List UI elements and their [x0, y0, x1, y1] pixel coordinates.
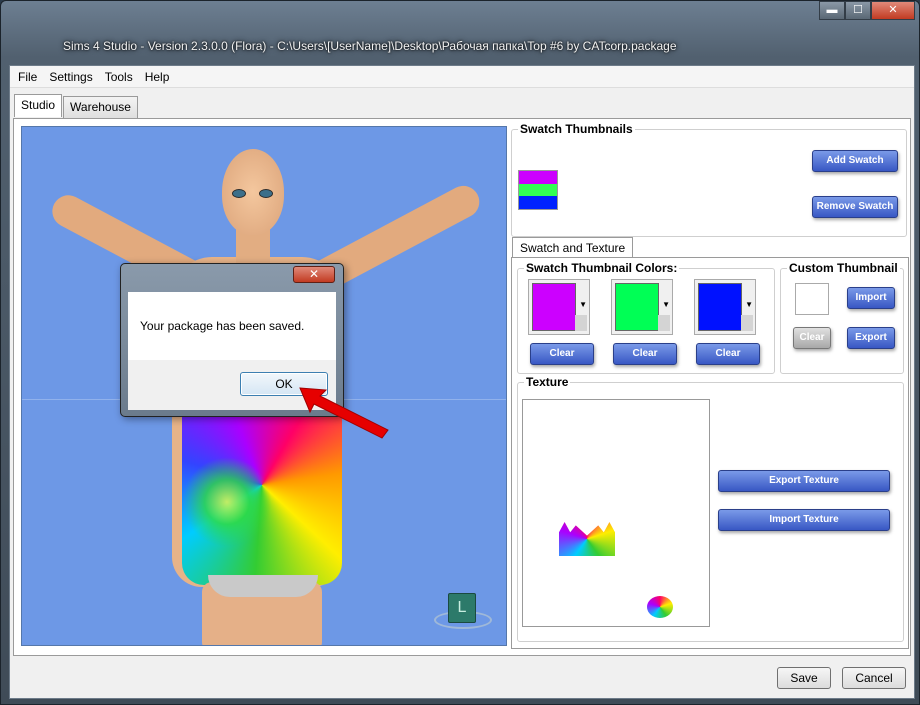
- swatch-texture-panel: Swatch Thumbnail Colors: ▼ ▼ ▼ Clear Cle…: [511, 257, 909, 649]
- outfit-pattern: [182, 457, 272, 547]
- menu-help[interactable]: Help: [139, 66, 176, 88]
- chevron-down-icon: ▼: [745, 300, 753, 309]
- export-texture-button[interactable]: Export Texture: [718, 470, 890, 492]
- custom-thumbnail-preview: [795, 283, 829, 315]
- import-texture-button[interactable]: Import Texture: [718, 509, 890, 531]
- color-swatch-3: [698, 283, 742, 331]
- swatch-colors-group: Swatch Thumbnail Colors: ▼ ▼ ▼ Clear Cle…: [517, 261, 775, 374]
- menu-bar: File Settings Tools Help: [10, 66, 914, 88]
- color-scroll-2: [658, 315, 670, 331]
- cancel-button[interactable]: Cancel: [842, 667, 906, 689]
- menu-file[interactable]: File: [12, 66, 43, 88]
- chevron-down-icon: ▼: [662, 300, 670, 309]
- clear-color-1-button[interactable]: Clear: [530, 343, 594, 365]
- close-window-button[interactable]: ✕: [871, 1, 915, 20]
- window-title: Sims 4 Studio - Version 2.3.0.0 (Flora) …: [63, 39, 677, 53]
- dialog-message: Your package has been saved.: [140, 319, 305, 333]
- export-thumbnail-button[interactable]: Export: [847, 327, 895, 349]
- dialog-close-button[interactable]: ✕: [293, 266, 335, 283]
- color-picker-3[interactable]: ▼: [694, 279, 756, 335]
- swatch-texture-container: Swatch and Texture Swatch Thumbnail Colo…: [511, 119, 909, 649]
- title-bar[interactable]: Sims 4 Studio - Version 2.3.0.0 (Flora) …: [1, 1, 919, 65]
- maximize-button[interactable]: ☐: [845, 1, 871, 20]
- color-swatch-1: [532, 283, 576, 331]
- color-scroll-1: [575, 315, 587, 331]
- color-picker-2[interactable]: ▼: [611, 279, 673, 335]
- lod-icon[interactable]: L: [448, 593, 476, 623]
- import-thumbnail-button[interactable]: Import: [847, 287, 895, 309]
- texture-title: Texture: [524, 375, 571, 389]
- color-picker-1[interactable]: ▼: [528, 279, 590, 335]
- swatch-colors-title: Swatch Thumbnail Colors:: [524, 261, 680, 275]
- model-left-eye: [232, 189, 246, 198]
- clear-color-3-button[interactable]: Clear: [696, 343, 760, 365]
- main-tabs: Studio Warehouse: [14, 94, 139, 119]
- clear-color-2-button[interactable]: Clear: [613, 343, 677, 365]
- custom-thumbnail-title: Custom Thumbnail: [787, 261, 900, 275]
- window-controls: ▬ ☐ ✕: [819, 1, 915, 20]
- clear-thumbnail-button[interactable]: Clear: [793, 327, 831, 349]
- dialog-body: Your package has been saved.: [128, 292, 336, 360]
- menu-tools[interactable]: Tools: [99, 66, 139, 88]
- tab-swatch-and-texture[interactable]: Swatch and Texture: [512, 237, 634, 258]
- model-right-eye: [259, 189, 273, 198]
- texture-small-piece: [647, 596, 673, 618]
- texture-top-piece: [559, 522, 615, 556]
- model-head: [222, 149, 284, 235]
- texture-preview: [522, 399, 710, 627]
- minimize-button[interactable]: ▬: [819, 1, 845, 20]
- model-underwear: [208, 575, 318, 597]
- save-button[interactable]: Save: [777, 667, 831, 689]
- red-arrow-icon: [299, 387, 389, 439]
- texture-group: Texture Export Texture Import Texture: [517, 375, 904, 642]
- tab-studio[interactable]: Studio: [14, 94, 63, 117]
- tab-warehouse[interactable]: Warehouse: [63, 96, 138, 119]
- menu-settings[interactable]: Settings: [43, 66, 98, 88]
- custom-thumbnail-group: Custom Thumbnail Import Clear Export: [780, 261, 904, 374]
- color-swatch-2: [615, 283, 659, 331]
- chevron-down-icon: ▼: [579, 300, 587, 309]
- color-scroll-3: [741, 315, 753, 331]
